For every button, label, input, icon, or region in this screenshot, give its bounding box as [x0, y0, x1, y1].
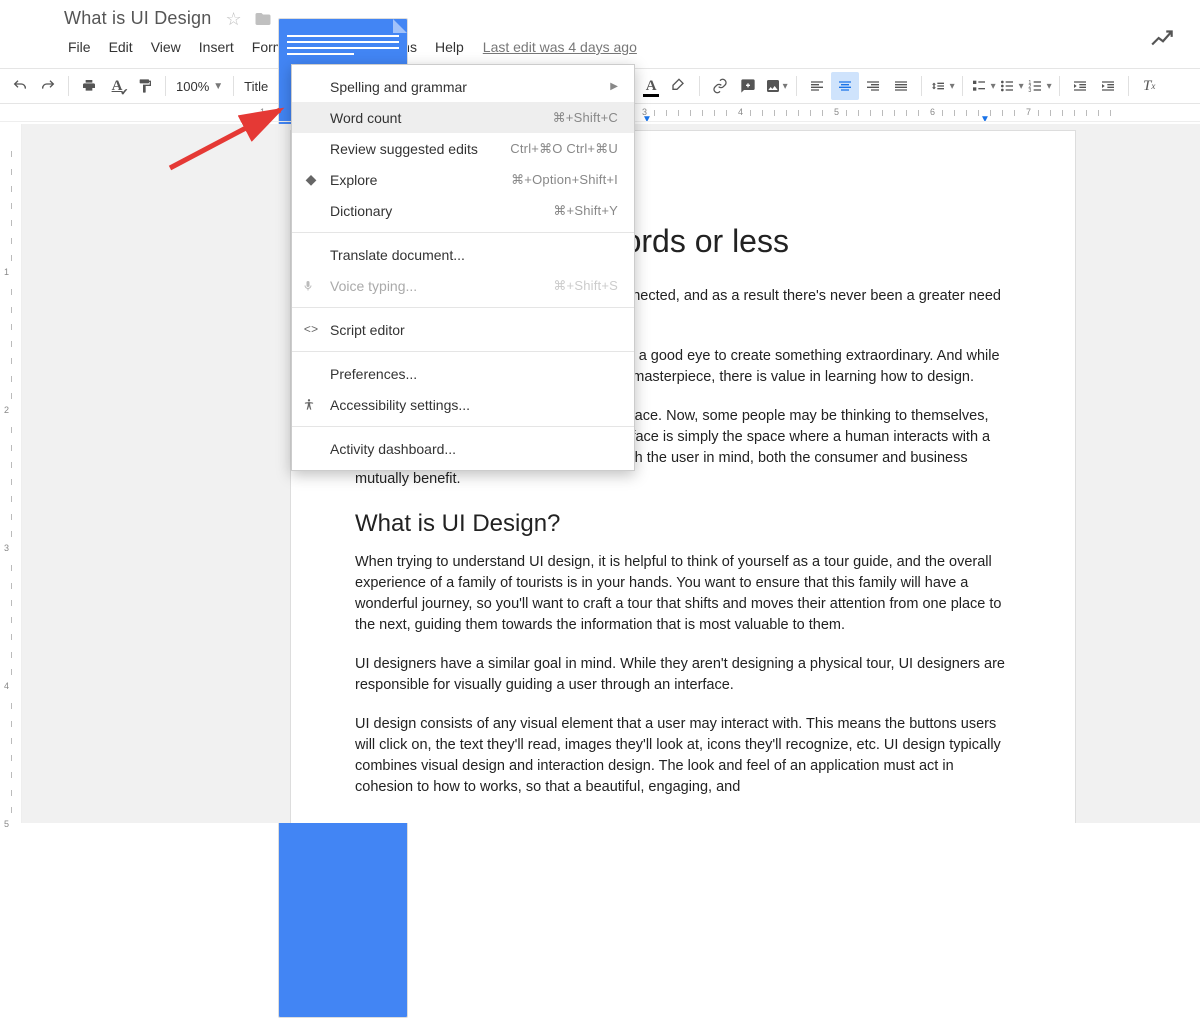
tools-word-count[interactable]: Word count ⌘+Shift+C — [292, 102, 634, 133]
vruler-tick: 5 — [4, 819, 9, 829]
numbered-list-button[interactable]: 123▾ — [1025, 72, 1053, 100]
highlight-color-button[interactable] — [665, 72, 693, 100]
tools-script-editor[interactable]: <> Script editor — [292, 314, 634, 345]
align-justify-button[interactable] — [887, 72, 915, 100]
shortcut-label: ⌘+Shift+C — [553, 110, 618, 126]
checklist-button[interactable]: ▾ — [969, 72, 997, 100]
line-spacing-button[interactable]: ▾ — [928, 72, 956, 100]
vruler-tick: 3 — [4, 543, 9, 553]
text-color-button[interactable]: A — [637, 72, 665, 100]
tools-activity-dashboard[interactable]: Activity dashboard... — [292, 433, 634, 464]
ruler-tick: 5 — [834, 107, 839, 117]
star-icon[interactable]: ☆ — [225, 10, 241, 28]
doc-paragraph[interactable]: UI designers have a similar goal in mind… — [355, 654, 1011, 696]
ruler-tick: 6 — [930, 107, 935, 117]
script-icon: <> — [302, 323, 320, 337]
tools-preferences[interactable]: Preferences... — [292, 358, 634, 389]
docs-icon[interactable] — [10, 12, 50, 62]
last-edit-link[interactable]: Last edit was 4 days ago — [483, 39, 637, 55]
insert-image-button[interactable]: ▾ — [762, 72, 790, 100]
increase-indent-button[interactable] — [1094, 72, 1122, 100]
insert-comment-button[interactable] — [734, 72, 762, 100]
tools-explore[interactable]: ◆ Explore ⌘+Option+Shift+I — [292, 164, 634, 195]
menubar: File Edit View Insert Format Tools Add-o… — [59, 35, 1190, 59]
tools-voice-typing: Voice typing... ⌘+Shift+S — [292, 270, 634, 301]
spellcheck-button[interactable]: A✔ — [103, 72, 131, 100]
explore-icon: ◆ — [302, 171, 320, 188]
doc-paragraph[interactable]: When trying to understand UI design, it … — [355, 552, 1011, 636]
vruler-tick: 1 — [4, 267, 9, 277]
redo-button[interactable] — [34, 72, 62, 100]
tools-dropdown: Spelling and grammar ▶ Word count ⌘+Shif… — [291, 64, 635, 471]
bulleted-list-button[interactable]: ▾ — [997, 72, 1025, 100]
paint-format-button[interactable] — [131, 72, 159, 100]
vruler-tick: 4 — [4, 681, 9, 691]
tools-review-suggested[interactable]: Review suggested edits Ctrl+⌘O Ctrl+⌘U — [292, 133, 634, 164]
print-button[interactable] — [75, 72, 103, 100]
undo-button[interactable] — [6, 72, 34, 100]
activity-trend-icon[interactable] — [1150, 28, 1176, 48]
shortcut-label: Ctrl+⌘O Ctrl+⌘U — [510, 141, 618, 157]
shortcut-label: ⌘+Shift+S — [553, 278, 618, 294]
shortcut-label: ⌘+Option+Shift+I — [511, 172, 618, 188]
menu-edit[interactable]: Edit — [100, 35, 142, 59]
menu-insert[interactable]: Insert — [190, 35, 243, 59]
mic-icon — [302, 279, 320, 293]
right-indent-marker[interactable]: ▼ — [980, 114, 990, 122]
align-right-button[interactable] — [859, 72, 887, 100]
align-left-button[interactable] — [803, 72, 831, 100]
submenu-arrow-icon: ▶ — [610, 81, 618, 92]
vruler-tick: 2 — [4, 405, 9, 415]
tools-spelling[interactable]: Spelling and grammar ▶ — [292, 71, 634, 102]
ruler-tick: 4 — [738, 107, 743, 117]
tools-translate[interactable]: Translate document... — [292, 239, 634, 270]
decrease-indent-button[interactable] — [1066, 72, 1094, 100]
svg-text:3: 3 — [1028, 88, 1031, 94]
ruler-tick: 3 — [642, 107, 647, 117]
menu-help[interactable]: Help — [426, 35, 473, 59]
zoom-select[interactable]: 100%▼ — [172, 79, 227, 94]
shortcut-label: ⌘+Shift+Y — [553, 203, 618, 219]
menu-view[interactable]: View — [142, 35, 190, 59]
document-title[interactable]: What is UI Design — [64, 8, 211, 29]
accessibility-icon — [302, 398, 320, 412]
doc-paragraph[interactable]: UI design consists of any visual element… — [355, 714, 1011, 798]
tools-dictionary[interactable]: Dictionary ⌘+Shift+Y — [292, 195, 634, 226]
doc-heading-2[interactable]: What is UI Design? — [355, 510, 1011, 538]
vertical-ruler: 12345 — [0, 124, 22, 823]
move-to-folder-icon[interactable] — [254, 10, 272, 28]
tools-accessibility[interactable]: Accessibility settings... — [292, 389, 634, 420]
insert-link-button[interactable] — [706, 72, 734, 100]
align-center-button[interactable] — [831, 72, 859, 100]
menu-file[interactable]: File — [59, 35, 100, 59]
clear-formatting-button[interactable]: Tx — [1135, 72, 1163, 100]
ruler-tick: 7 — [1026, 107, 1031, 117]
